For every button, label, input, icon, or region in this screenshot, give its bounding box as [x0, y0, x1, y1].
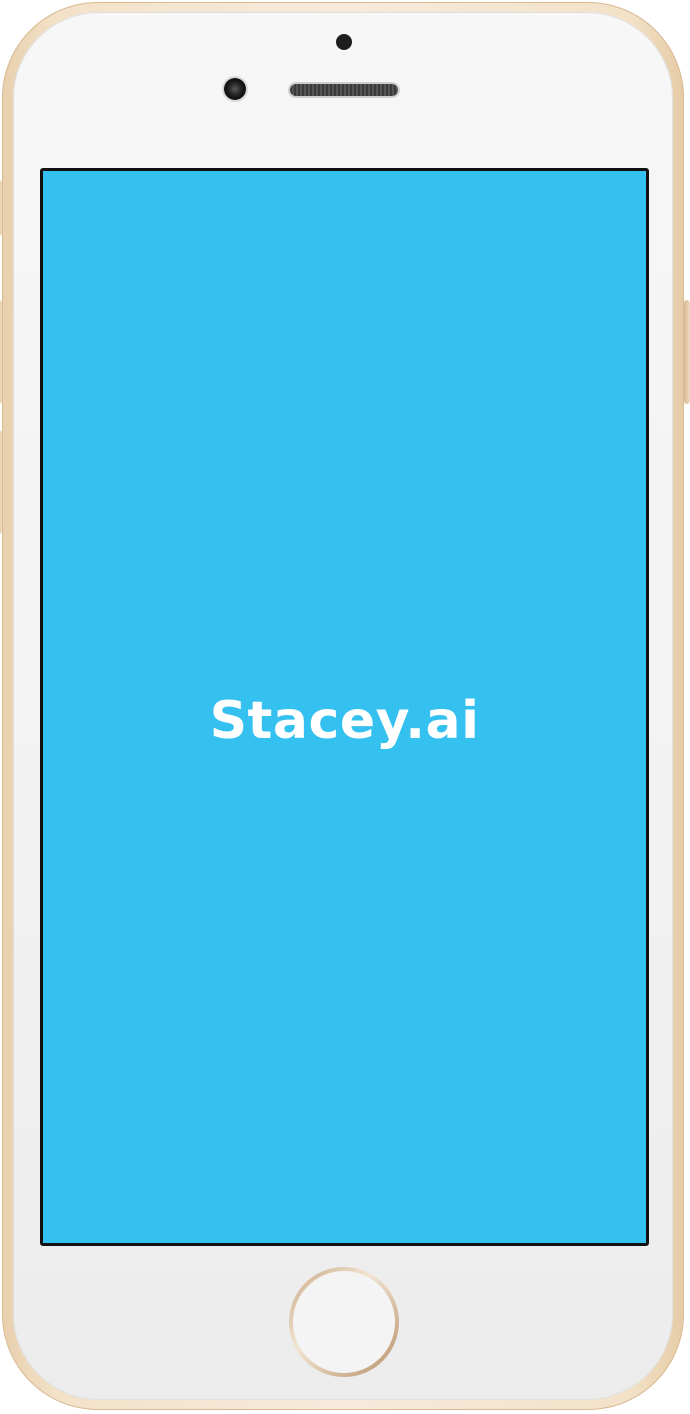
mute-switch [0, 180, 2, 236]
app-logo-text: Stacey.ai [209, 691, 480, 751]
power-button [684, 300, 690, 404]
splash-screen: Stacey.ai [40, 168, 649, 1246]
home-button-face [293, 1271, 395, 1373]
volume-up-button [0, 300, 2, 404]
speaker-grille [290, 84, 398, 96]
home-button[interactable] [289, 1267, 399, 1377]
camera-icon [224, 78, 246, 100]
volume-down-button [0, 430, 2, 534]
front-sensor-icon [336, 34, 352, 50]
